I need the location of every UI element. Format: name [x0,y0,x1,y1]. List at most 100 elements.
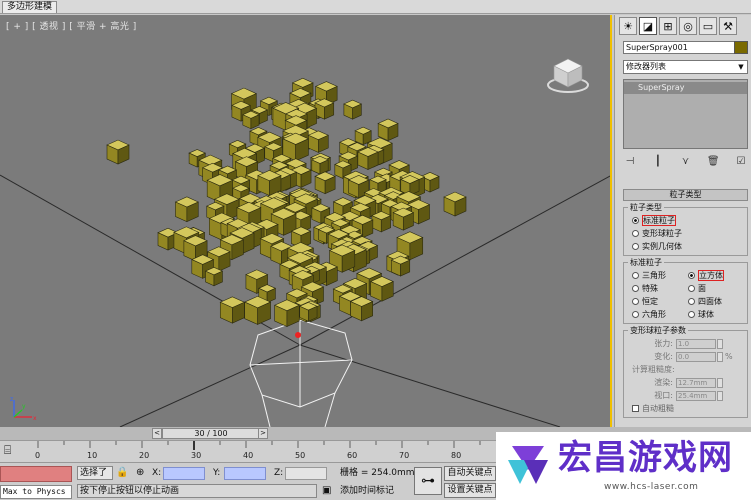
add-time-tag-button[interactable]: 添加时间标记 [340,484,394,498]
configure-sets-icon[interactable]: ☑ [734,156,748,170]
standard-particles-group: 标准粒子 三角形 立方体 特殊 面 恒定 四面体 六角形 球体 [623,257,748,324]
set-key-button[interactable]: 设置关键点 [444,483,496,498]
motion-icon[interactable]: ◎ [679,17,697,35]
time-next-icon[interactable]: > [258,428,268,439]
render-label: 渲染: [654,378,673,387]
auto-coarseness-checkbox[interactable]: 自动粗糙 [632,402,744,415]
z-coordinate-field[interactable] [285,467,327,480]
radio-metaball-particles[interactable]: 变形球粒子 [632,227,744,240]
lock-selection-icon[interactable]: 🔒 [116,466,128,480]
time-slider-thumb[interactable]: 30 / 100 [162,428,260,439]
particle-cube[interactable] [369,276,394,302]
hierarchy-icon[interactable]: ⊞ [659,17,677,35]
remove-modifier-icon[interactable]: 🗑 [706,156,720,170]
object-name-field[interactable]: SuperSpray001 [623,41,745,54]
radio-standard-particles[interactable]: 标准粒子 [632,214,744,227]
render-spinner[interactable] [717,377,723,388]
particle-cube[interactable] [174,196,199,223]
radio-label: 实例几何体 [642,242,682,251]
auto-key-button[interactable]: 自动关键点 [444,466,496,481]
watermark-logo [508,446,548,484]
maxscript-mini-listener[interactable]: Max to Physcs C [0,485,72,499]
ribbon-tab-polygon-modeling[interactable]: 多边形建模 [2,1,58,13]
particle-cube[interactable] [314,98,335,120]
pin-stack-icon[interactable]: ⊣ [623,156,637,170]
show-end-result-icon[interactable]: ┃ [651,156,665,170]
time-tag-icon[interactable]: ▣ [322,484,331,498]
particle-cube[interactable] [343,99,363,120]
tension-spinner[interactable] [717,338,723,349]
rollout-header[interactable]: 粒子类型 [623,189,748,201]
current-frame-marker[interactable] [193,441,195,450]
particle-cube[interactable] [377,118,399,142]
utilities-icon[interactable]: ⚒ [719,17,737,35]
perspective-viewport[interactable]: [ + ] [ 透视 ] [ 平滑 + 高光 ] x y z [0,15,612,427]
particle-cube[interactable] [273,299,300,327]
variation-field[interactable]: 0.0 [676,351,716,362]
viewport-spinner[interactable] [717,390,723,401]
checkbox-box [632,405,639,412]
transform-mode-icon[interactable]: ⊕ [136,466,144,480]
particle-cube[interactable] [257,170,282,197]
render-field[interactable]: 12.7mm [676,377,716,388]
tension-field[interactable]: 1.0 [676,338,716,349]
radio-special[interactable]: 特殊 [632,282,688,295]
grid-size-display: 栅格 = 254.0mm [340,468,415,478]
stack-item-superspray[interactable]: SuperSpray [624,82,747,94]
time-prev-icon[interactable]: < [152,428,162,439]
particle-cube[interactable] [307,130,330,153]
particle-cube[interactable] [392,207,415,231]
particle-cube[interactable] [298,302,318,322]
command-panel: ☀ ◪ ⊞ ◎ ▭ ⚒ SuperSpray001 修改器列表 ▼ SuperS… [614,15,751,427]
radio-constant[interactable]: 恒定 [632,295,688,308]
particle-types-group: 粒子类型 标准粒子 变形球粒子 实例几何体 [623,202,748,256]
viewport-label[interactable]: [ + ] [ 透视 ] [ 平滑 + 高光 ] [6,19,137,32]
command-panel-tabs: ☀ ◪ ⊞ ◎ ▭ ⚒ [619,17,737,37]
display-icon[interactable]: ▭ [699,17,717,35]
ruler-tick-label: 10 [87,451,97,460]
radio-label: 四面体 [698,297,722,306]
particle-cube[interactable] [354,126,372,146]
radio-triangle[interactable]: 三角形 [632,269,688,282]
variation-row: 变化: 0.0% [632,350,744,363]
radio-dot [688,298,695,305]
radio-cube[interactable]: 立方体 [688,269,744,282]
modify-icon[interactable]: ◪ [639,17,657,35]
ruler-tick-label: 70 [399,451,409,460]
tension-label: 张力: [654,339,673,348]
radio-label: 变形球粒子 [642,229,682,238]
set-key-icon[interactable]: ⊶ [414,467,442,495]
particle-cube[interactable] [371,211,392,233]
y-coordinate-field[interactable] [224,467,266,480]
particle-cube[interactable] [219,296,246,324]
maxscript-listener-output[interactable] [0,466,72,482]
particle-cube[interactable] [311,155,329,175]
particle-cube[interactable] [349,296,374,322]
particle-cube[interactable] [314,171,336,195]
modifier-list-dropdown[interactable]: 修改器列表 ▼ [623,60,748,74]
viewcube-icon[interactable] [546,55,590,95]
x-coordinate-field[interactable] [163,467,205,480]
make-unique-icon[interactable]: ⋎ [679,156,693,170]
create-icon[interactable]: ☀ [619,17,637,35]
particle-cube[interactable] [242,110,260,130]
particle-cube[interactable] [204,266,224,287]
radio-instanced-geometry[interactable]: 实例几何体 [632,240,744,253]
radio-dot [688,285,695,292]
ruler-tick-label: 50 [295,451,305,460]
radio-facing[interactable]: 面 [688,282,744,295]
particle-cube[interactable] [390,255,411,277]
particle-cube[interactable] [443,191,467,217]
particle-cube[interactable] [106,139,130,165]
radio-sphere[interactable]: 球体 [688,308,744,321]
viewport-field[interactable]: 25.4mm [676,390,716,401]
object-color-swatch[interactable] [734,41,748,54]
radio-sixpoint[interactable]: 六角形 [632,308,688,321]
curve-editor-icon[interactable]: ⌸ [4,443,11,458]
particle-cube[interactable] [243,295,272,325]
radio-tetra[interactable]: 四面体 [688,295,744,308]
particle-cube[interactable] [357,147,379,170]
emitter-gizmo [249,319,353,408]
ruler-tick-label: 80 [451,451,461,460]
x-label: X: [152,468,162,478]
